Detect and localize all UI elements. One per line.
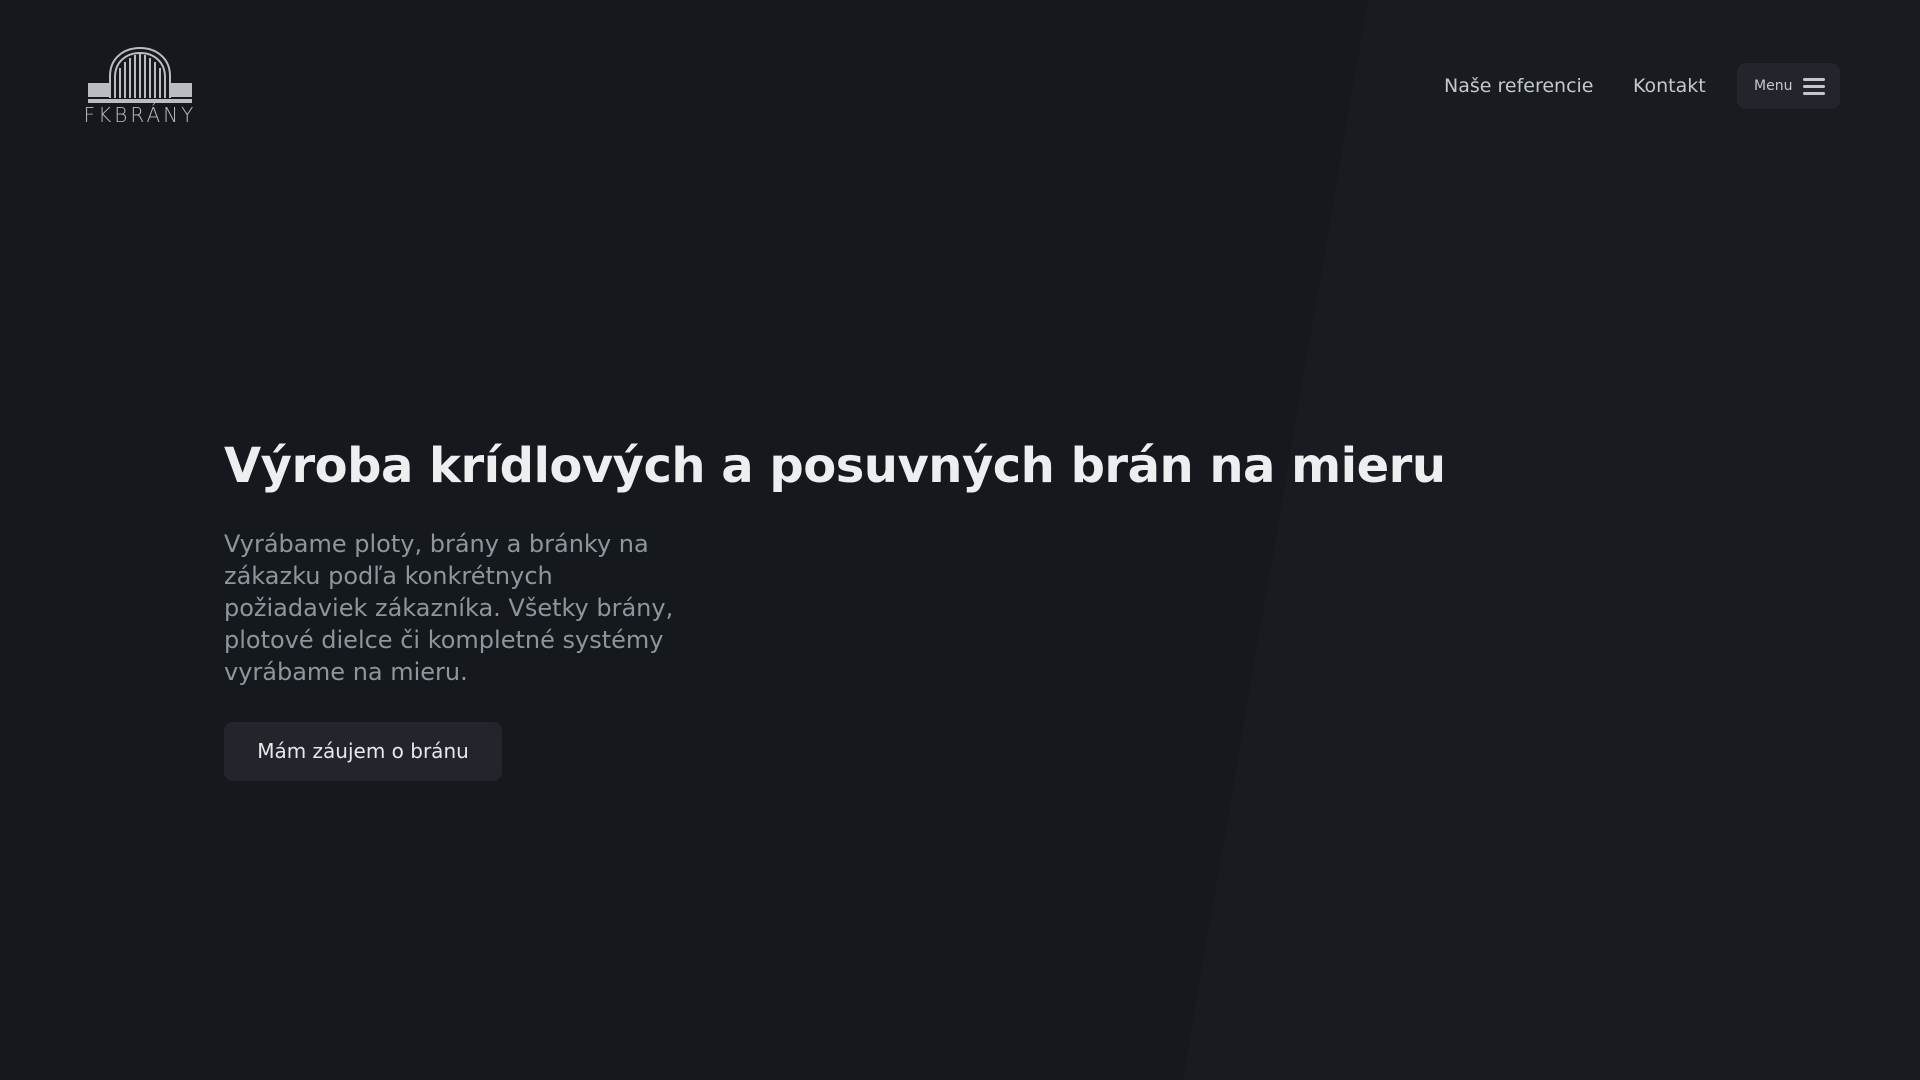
hero-section: Výroba krídlových a posuvných brán na mi… bbox=[224, 428, 1624, 781]
menu-button[interactable]: Menu bbox=[1737, 63, 1840, 109]
page: FKBRÁNY Naše referencie Kontakt Menu Výr… bbox=[0, 0, 1920, 1080]
logo-link[interactable]: FKBRÁNY bbox=[78, 46, 202, 128]
gate-arch-logo-icon bbox=[88, 46, 192, 103]
hero-description: Vyrábame ploty, brány a bránky na zákazk… bbox=[224, 530, 674, 686]
hamburger-menu-icon bbox=[1803, 78, 1825, 95]
interest-in-gate-button[interactable]: Mám záujem o bránu bbox=[224, 722, 502, 781]
site-header: FKBRÁNY Naše referencie Kontakt Menu bbox=[0, 0, 1920, 172]
nav-link-contact[interactable]: Kontakt bbox=[1633, 70, 1706, 102]
hero-title: Výroba krídlových a posuvných brán na mi… bbox=[224, 438, 1446, 494]
logo-text: FKBRÁNY bbox=[83, 103, 197, 127]
nav-link-references[interactable]: Naše referencie bbox=[1444, 70, 1594, 102]
menu-button-label: Menu bbox=[1754, 78, 1793, 94]
